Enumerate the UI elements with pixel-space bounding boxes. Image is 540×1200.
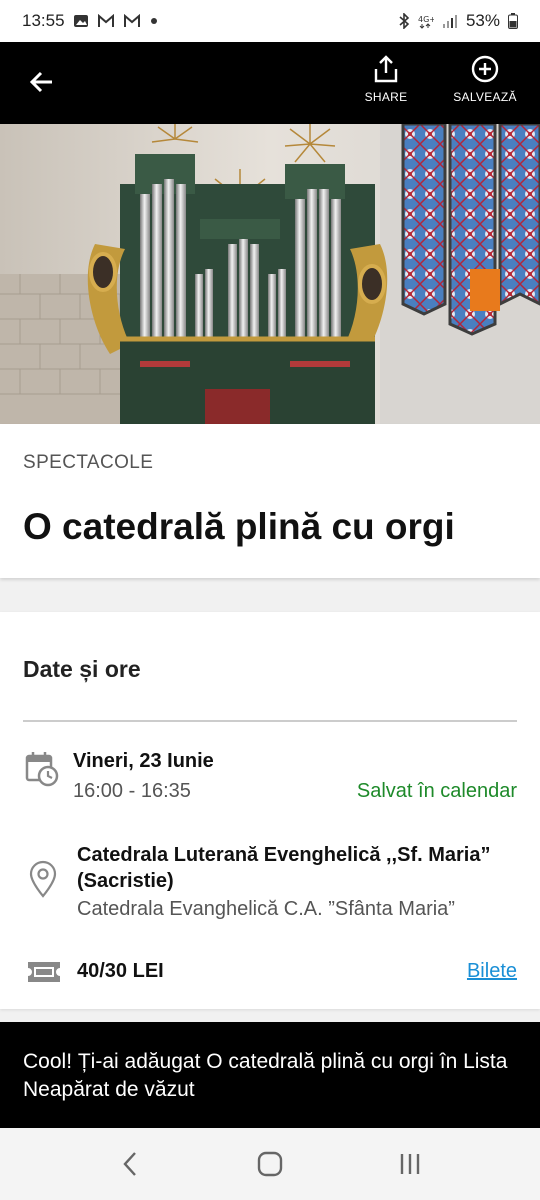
chevron-left-icon <box>123 1152 136 1176</box>
arrow-left-icon <box>29 71 52 93</box>
share-button[interactable]: SHARE <box>358 54 414 104</box>
nav-home-button[interactable] <box>240 1134 300 1194</box>
gmail-icon <box>97 14 115 28</box>
event-date: Vineri, 23 Iunie <box>73 750 214 772</box>
event-title: O catedrală plină cu orgi <box>23 506 455 547</box>
plus-circle-icon <box>471 55 499 83</box>
home-icon <box>257 1151 283 1177</box>
event-time: 16:00 - 16:35 <box>73 780 191 802</box>
event-category: SPECTACOLE <box>23 452 154 473</box>
system-nav-bar <box>0 1128 540 1200</box>
location-pin-icon <box>28 860 58 898</box>
section-title: Date și ore <box>23 656 141 682</box>
svg-text:4G+: 4G+ <box>418 15 434 24</box>
gmail-icon <box>123 14 141 28</box>
status-bar: 13:55 4G+ 53% <box>0 0 540 42</box>
share-icon <box>374 55 398 83</box>
share-label: SHARE <box>364 90 408 104</box>
4g-icon: 4G+ <box>418 13 434 29</box>
event-title-card: SPECTACOLE O catedrală plină cu orgi <box>0 424 540 578</box>
save-button[interactable]: SALVEAZĂ <box>448 54 522 104</box>
details-card: Date și ore Vineri, 23 Iunie 16:00 - 16:… <box>0 612 540 1009</box>
back-button[interactable] <box>24 64 60 100</box>
organ-illustration <box>0 124 540 424</box>
recents-icon <box>400 1154 420 1174</box>
snackbar-message: Cool! Ți-ai adăugat O catedrală plină cu… <box>0 1022 540 1128</box>
tickets-link[interactable]: Bilete <box>467 960 517 983</box>
event-hero-image <box>0 124 540 424</box>
bluetooth-icon <box>398 13 410 29</box>
nav-back-button[interactable] <box>100 1134 160 1194</box>
gallery-icon <box>73 13 89 29</box>
ticket-icon <box>26 960 62 984</box>
signal-icon <box>442 13 458 29</box>
battery-percent: 53% <box>465 11 500 30</box>
calendar-saved-status[interactable]: Salvat în calendar <box>357 780 517 803</box>
nav-recents-button[interactable] <box>380 1134 440 1194</box>
app-bar: SHARE SALVEAZĂ <box>0 42 540 124</box>
dot-icon <box>149 16 159 26</box>
venue-name[interactable]: Catedrala Luterană Evenghelică ,,Sf. Mar… <box>77 842 497 894</box>
divider <box>23 720 517 722</box>
venue-subtitle: Catedrala Evanghelică C.A. ”Sfânta Maria… <box>77 898 455 920</box>
battery-icon <box>508 13 518 29</box>
save-label: SALVEAZĂ <box>453 90 517 104</box>
status-time: 13:55 <box>22 11 65 30</box>
calendar-clock-icon <box>24 750 60 790</box>
ticket-price: 40/30 LEI <box>77 960 164 982</box>
